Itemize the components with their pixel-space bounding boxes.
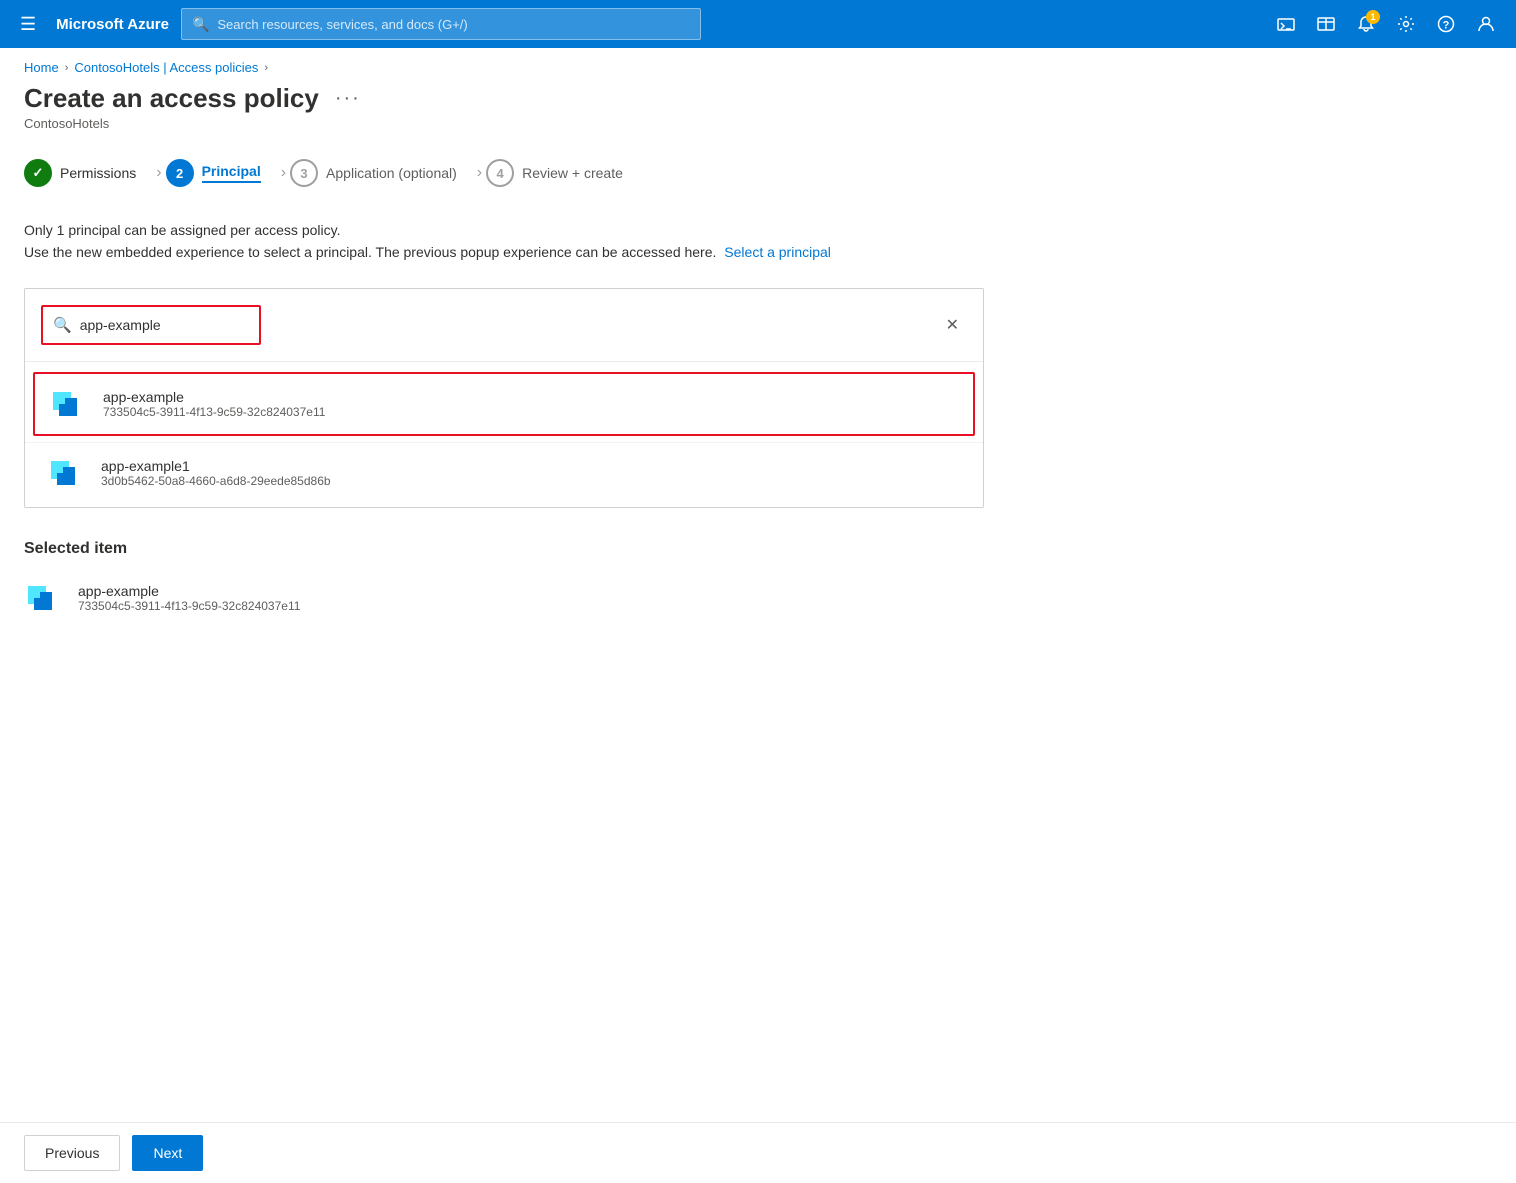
page-menu-dots[interactable]: ··· [329,85,367,112]
step-4-label: Review + create [522,165,623,181]
wizard-step-application[interactable]: 3 Application (optional) [290,151,473,195]
topnav-icons: 1 ? [1268,6,1504,42]
breadcrumb-sep-2: › [264,62,268,74]
selected-item: app-example 733504c5-3911-4f13-9c59-32c8… [24,574,1492,622]
breadcrumb-access-policies[interactable]: ContosoHotels | Access policies [74,60,258,75]
select-principal-link[interactable]: Select a principal [724,244,831,260]
footer: Previous Next [0,1122,1516,1183]
page-header: Create an access policy ··· [0,75,1516,114]
account-icon[interactable] [1468,6,1504,42]
step-4-circle: 4 [486,159,514,187]
step-2-circle: 2 [166,159,194,187]
step-2-label: Principal [202,163,261,183]
wizard-sep-3: › [477,164,482,182]
result-item-2[interactable]: app-example1 3d0b5462-50a8-4660-a6d8-29e… [25,442,983,503]
info-line-1: Only 1 principal can be assigned per acc… [24,219,1492,241]
principal-search-input[interactable] [80,317,249,333]
wizard-step-review[interactable]: 4 Review + create [486,151,639,195]
step-3-circle: 3 [290,159,318,187]
selected-item-text: app-example 733504c5-3911-4f13-9c59-32c8… [78,583,300,613]
wizard-step-permissions[interactable]: ✓ Permissions [24,151,152,195]
step-1-circle: ✓ [24,159,52,187]
page-title: Create an access policy [24,83,319,114]
selected-section-title: Selected item [24,540,1492,558]
search-input[interactable] [217,17,690,32]
wizard-step-principal[interactable]: 2 Principal [166,151,277,195]
wizard-steps: ✓ Permissions › 2 Principal › 3 Applicat… [0,131,1516,195]
notification-badge: 1 [1366,10,1380,24]
selected-item-name: app-example [78,583,300,599]
global-search[interactable]: 🔍 [181,8,701,40]
info-text: Only 1 principal can be assigned per acc… [24,219,1492,264]
result-name-2: app-example1 [101,458,961,474]
result-name-1: app-example [103,389,959,405]
selected-app-icon [24,578,64,618]
directory-icon[interactable] [1308,6,1344,42]
app-icon-1 [49,384,89,424]
results-container: 🔍 ✕ [24,288,984,508]
clear-search-button[interactable]: ✕ [938,307,967,343]
hamburger-menu[interactable]: ☰ [12,10,44,39]
result-item-selected[interactable]: app-example 733504c5-3911-4f13-9c59-32c8… [33,372,975,436]
result-text-1: app-example 733504c5-3911-4f13-9c59-32c8… [103,389,959,419]
results-list: app-example 733504c5-3911-4f13-9c59-32c8… [25,362,983,507]
breadcrumb: Home › ContosoHotels | Access policies › [0,48,1516,75]
result-id-2: 3d0b5462-50a8-4660-a6d8-29eede85d86b [101,474,961,488]
info-line-2: Use the new embedded experience to selec… [24,241,1492,263]
top-navigation: ☰ Microsoft Azure 🔍 1 ? [0,0,1516,48]
selected-item-id: 733504c5-3911-4f13-9c59-32c824037e11 [78,599,300,613]
wizard-sep-2: › [281,164,286,182]
breadcrumb-sep-1: › [65,62,69,74]
settings-icon[interactable] [1388,6,1424,42]
step-1-label: Permissions [60,165,136,181]
selected-section: Selected item app-example 733504c5-3911-… [24,540,1492,646]
svg-text:?: ? [1443,20,1450,32]
result-text-2: app-example1 3d0b5462-50a8-4660-a6d8-29e… [101,458,961,488]
step-3-label: Application (optional) [326,165,457,181]
help-icon[interactable]: ? [1428,6,1464,42]
notifications-icon[interactable]: 1 [1348,6,1384,42]
search-icon: 🔍 [53,316,72,334]
wizard-sep-1: › [156,164,161,182]
principal-search-box[interactable]: 🔍 [41,305,261,345]
breadcrumb-home[interactable]: Home [24,60,59,75]
result-id-1: 733504c5-3911-4f13-9c59-32c824037e11 [103,405,959,419]
cloud-shell-icon[interactable] [1268,6,1304,42]
main-content: Only 1 principal can be assigned per acc… [0,195,1516,646]
previous-button[interactable]: Previous [24,1135,120,1171]
next-button[interactable]: Next [132,1135,203,1171]
app-title: Microsoft Azure [56,16,169,33]
page-subtitle: ContosoHotels [0,114,1516,131]
app-icon-2 [47,453,87,493]
search-icon: 🔍 [192,16,209,33]
